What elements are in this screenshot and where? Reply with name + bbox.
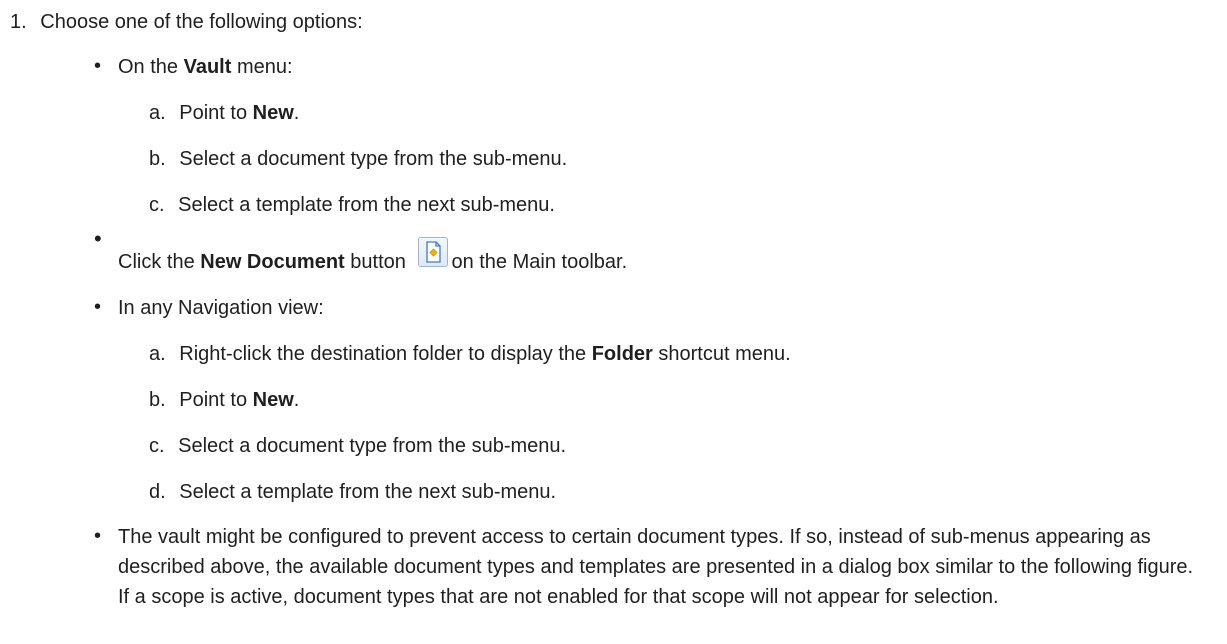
nav-step-a: a. Right-click the destination folder to… — [149, 342, 791, 366]
step-text: Point to — [179, 389, 253, 411]
step-text: shortcut menu. — [652, 343, 791, 365]
bullet-icon: • — [94, 296, 102, 318]
new-document-label: New Document — [200, 251, 345, 273]
vault-menu-name: Vault — [183, 56, 232, 78]
nav-step-b: b. Point to New. — [149, 388, 299, 412]
option-text: button — [344, 251, 406, 273]
nav-step-c: c. Select a document type from the sub-m… — [149, 434, 566, 458]
bullet-icon: • — [94, 525, 102, 547]
bullet-icon: • — [94, 55, 102, 77]
step-letter: a. — [149, 343, 166, 365]
step-letter: c. — [149, 435, 165, 457]
step-number: 1. — [10, 11, 27, 33]
step-letter: b. — [149, 389, 166, 411]
new-document-icon-graphic — [426, 241, 441, 263]
step-letter: d. — [149, 481, 166, 503]
option-text: In any Navigation view: — [118, 297, 324, 319]
option-toolbar: Click the New Document button on the Mai… — [118, 250, 627, 274]
step-letter: a. — [149, 102, 166, 124]
step-bold: New — [252, 102, 294, 124]
option-navigation: In any Navigation view: — [118, 296, 324, 320]
step-letter: b. — [149, 148, 166, 170]
option-text: menu: — [231, 56, 293, 78]
step-bold: New — [252, 389, 294, 411]
step-bold: Folder — [591, 343, 653, 365]
step-text: Select a template from the next sub-menu… — [178, 194, 555, 216]
step-text: Select a template from the next sub-menu… — [179, 481, 557, 503]
step-text: Select a document type from the sub-menu… — [178, 435, 567, 457]
nav-step-d: d. Select a template from the next sub-m… — [149, 480, 556, 504]
step-1: 1. Choose one of the following options: — [10, 10, 363, 34]
step-text: . — [293, 102, 300, 124]
step-text: Choose one of the following options: — [40, 11, 363, 33]
new-document-icon[interactable] — [418, 237, 448, 267]
vault-step-a: a. Point to New. — [149, 101, 299, 125]
step-text: . — [293, 389, 300, 411]
vault-step-b: b. Select a document type from the sub-m… — [149, 147, 567, 171]
step-text: Point to — [179, 102, 253, 124]
vault-note: The vault might be configured to prevent… — [118, 526, 1194, 608]
step-text: Right-click the destination folder to di… — [179, 343, 592, 365]
vault-step-c: c. Select a template from the next sub-m… — [149, 193, 555, 217]
option-text: on the Main toolbar. — [445, 251, 628, 273]
step-text: Select a document type from the sub-menu… — [179, 148, 568, 170]
option-text: On the — [118, 56, 184, 78]
option-text: Click the — [118, 251, 201, 273]
step-letter: c. — [149, 194, 165, 216]
bullet-icon: • — [94, 226, 102, 251]
option-vault-menu: On the Vault menu: — [118, 55, 293, 79]
